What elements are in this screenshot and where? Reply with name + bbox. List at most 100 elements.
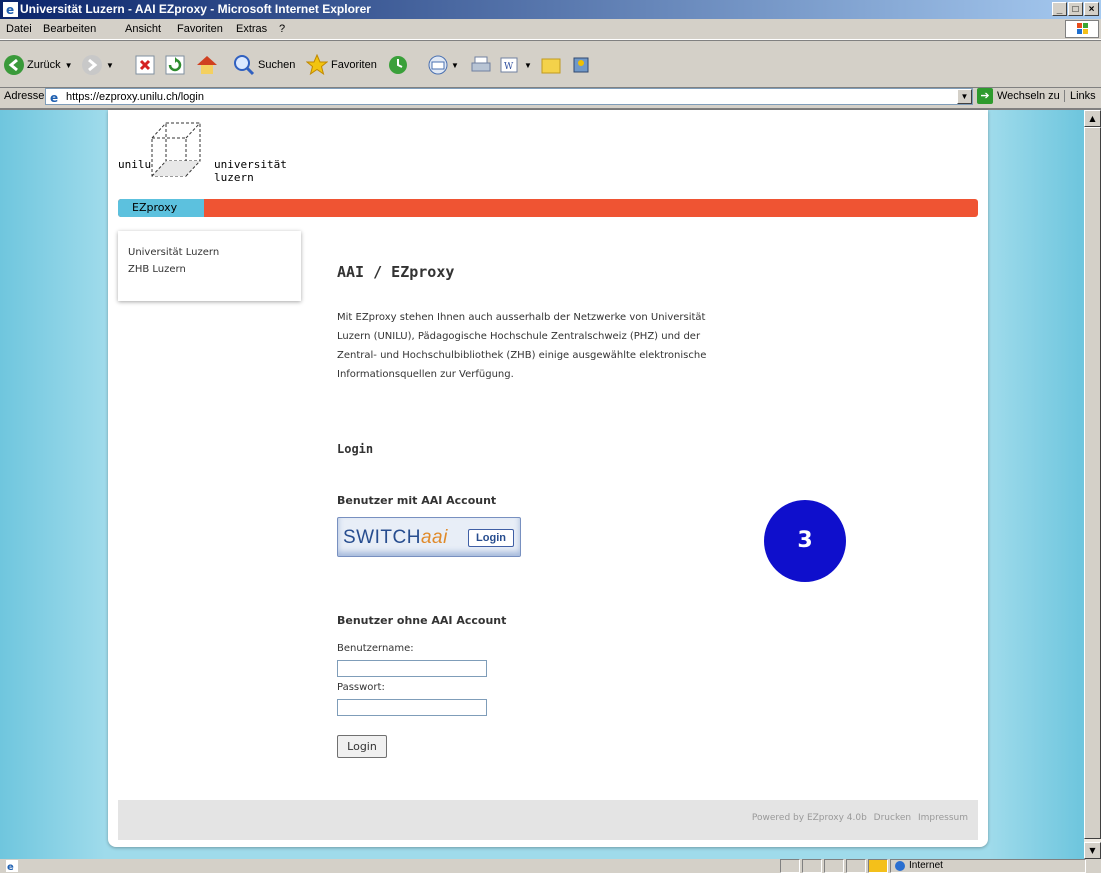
history-icon bbox=[389, 56, 407, 74]
forward-arrow-icon bbox=[82, 55, 102, 75]
windows-logo-icon bbox=[1065, 20, 1099, 38]
svg-text:W: W bbox=[504, 62, 514, 72]
switch-brand: SWITCHaai bbox=[343, 527, 448, 548]
vertical-scrollbar[interactable]: ▲ ▼ bbox=[1084, 110, 1101, 859]
footer-powered[interactable]: Powered by EZproxy 4.0b bbox=[752, 813, 867, 823]
mail-dropdown-icon[interactable]: ▼ bbox=[451, 61, 459, 70]
refresh-icon bbox=[165, 55, 185, 75]
login-heading: Login bbox=[337, 442, 374, 456]
footer: Powered by EZproxy 4.0b Drucken Impressu… bbox=[118, 800, 978, 840]
home-button[interactable] bbox=[195, 53, 219, 77]
aai-heading: Benutzer mit AAI Account bbox=[337, 494, 497, 507]
messenger-icon bbox=[573, 57, 589, 73]
address-input[interactable]: e https://ezproxy.unilu.ch/login ▼ bbox=[45, 88, 973, 105]
menu-favoriten[interactable]: Favoriten bbox=[177, 23, 223, 35]
window-title: Universität Luzern - AAI EZproxy - Micro… bbox=[20, 2, 371, 16]
globe-icon bbox=[895, 861, 905, 871]
page-title: AAI / EZproxy bbox=[337, 263, 455, 281]
back-dropdown-icon[interactable]: ▼ bbox=[65, 61, 73, 70]
forward-dropdown-icon[interactable]: ▼ bbox=[106, 61, 114, 70]
menu-bearbeiten[interactable]: Bearbeiten bbox=[43, 23, 96, 35]
sidebar-item-zhb-luzern[interactable]: ZHB Luzern bbox=[128, 264, 186, 275]
password-field[interactable] bbox=[337, 699, 487, 716]
star-icon bbox=[306, 54, 328, 76]
logo-name: universität luzern bbox=[214, 158, 287, 184]
menu-datei[interactable]: Datei bbox=[6, 23, 32, 35]
footer-imprint-link[interactable]: Impressum bbox=[918, 813, 968, 823]
switch-login-label: Login bbox=[468, 529, 514, 547]
scroll-up-icon[interactable]: ▲ bbox=[1084, 110, 1101, 127]
edit-dropdown-icon[interactable]: ▼ bbox=[524, 61, 532, 70]
refresh-button[interactable] bbox=[165, 53, 185, 77]
status-page-icon: e bbox=[6, 860, 18, 872]
mail-icon bbox=[428, 55, 448, 75]
stop-icon bbox=[135, 55, 155, 75]
lock-icon bbox=[868, 859, 888, 873]
sidebar: Universität Luzern ZHB Luzern bbox=[118, 231, 301, 301]
address-dropdown-icon[interactable]: ▼ bbox=[957, 89, 972, 104]
username-label: Benutzername: bbox=[337, 643, 414, 654]
close-button[interactable]: × bbox=[1084, 2, 1099, 16]
menu-extras[interactable]: Extras bbox=[236, 23, 267, 35]
toolbar: Zurück ▼ ▼ Suchen Favoriten ▼ W ▼ bbox=[0, 40, 1101, 88]
edit-button[interactable]: W ▼ bbox=[498, 53, 532, 77]
forward-button[interactable]: ▼ bbox=[82, 53, 114, 77]
word-icon: W bbox=[500, 57, 518, 73]
back-arrow-icon bbox=[4, 55, 24, 75]
page-icon: e bbox=[48, 90, 62, 104]
stop-button[interactable] bbox=[135, 53, 155, 77]
title-bar: e Universität Luzern - AAI EZproxy - Mic… bbox=[0, 0, 1101, 19]
browser-viewport: unilu universität luzern EZproxy Univers… bbox=[0, 108, 1101, 859]
notes-button[interactable] bbox=[540, 53, 562, 77]
svg-text:e: e bbox=[7, 862, 14, 872]
menu-ansicht[interactable]: Ansicht bbox=[125, 23, 161, 35]
tab-ezproxy[interactable]: EZproxy bbox=[118, 199, 204, 217]
maximize-button[interactable]: □ bbox=[1068, 2, 1083, 16]
history-button[interactable] bbox=[387, 53, 409, 77]
print-icon bbox=[471, 56, 491, 72]
search-button[interactable]: Suchen bbox=[233, 53, 295, 77]
status-zone-cell: Internet bbox=[890, 859, 1086, 873]
switch-aai-login-button[interactable]: SWITCHaai Login bbox=[337, 517, 521, 557]
address-label: Adresse bbox=[4, 90, 45, 102]
svg-text:e: e bbox=[50, 91, 58, 104]
web-page: unilu universität luzern EZproxy Univers… bbox=[108, 110, 988, 847]
status-cell bbox=[846, 859, 866, 873]
noaai-heading: Benutzer ohne AAI Account bbox=[337, 614, 507, 627]
footer-print-link[interactable]: Drucken bbox=[874, 813, 911, 823]
menu-help[interactable]: ? bbox=[279, 23, 285, 35]
home-icon bbox=[197, 56, 217, 74]
minimize-button[interactable]: _ bbox=[1052, 2, 1067, 16]
status-cell bbox=[780, 859, 800, 873]
favorites-button[interactable]: Favoriten bbox=[306, 53, 377, 77]
status-bar: e Internet bbox=[0, 859, 1101, 873]
go-button[interactable]: ➔ Wechseln zu bbox=[977, 88, 1060, 104]
address-bar: Adresse e https://ezproxy.unilu.ch/login… bbox=[0, 87, 1101, 106]
svg-text:e: e bbox=[6, 3, 14, 17]
sidebar-item-universitaet-luzern[interactable]: Universität Luzern bbox=[128, 247, 219, 258]
go-arrow-icon: ➔ bbox=[977, 88, 993, 104]
unilu-logo[interactable]: unilu universität luzern bbox=[118, 122, 318, 184]
scroll-down-icon[interactable]: ▼ bbox=[1084, 842, 1101, 859]
login-button[interactable]: Login bbox=[337, 735, 387, 758]
step-badge: 3 bbox=[764, 500, 846, 582]
print-button[interactable] bbox=[470, 53, 492, 77]
password-label: Passwort: bbox=[337, 682, 385, 693]
address-url: https://ezproxy.unilu.ch/login bbox=[66, 91, 204, 103]
links-button[interactable]: Links bbox=[1064, 90, 1096, 102]
username-field[interactable] bbox=[337, 660, 487, 677]
search-icon bbox=[234, 55, 255, 76]
menu-bar: Datei Bearbeiten Ansicht Favoriten Extra… bbox=[0, 19, 1101, 40]
mail-button[interactable]: ▼ bbox=[427, 53, 459, 77]
status-cell bbox=[824, 859, 844, 873]
back-button[interactable]: Zurück ▼ bbox=[4, 53, 73, 77]
logo-cube-icon bbox=[151, 122, 201, 177]
folder-icon bbox=[541, 58, 561, 74]
ie-logo-icon: e bbox=[3, 2, 18, 17]
status-zone: Internet bbox=[909, 860, 943, 871]
intro-text: Mit EZproxy stehen Ihnen auch ausserhalb… bbox=[337, 312, 707, 380]
logo-short: unilu bbox=[118, 158, 152, 171]
status-cell bbox=[802, 859, 822, 873]
scroll-thumb[interactable] bbox=[1084, 127, 1101, 839]
messenger-button[interactable] bbox=[570, 53, 592, 77]
